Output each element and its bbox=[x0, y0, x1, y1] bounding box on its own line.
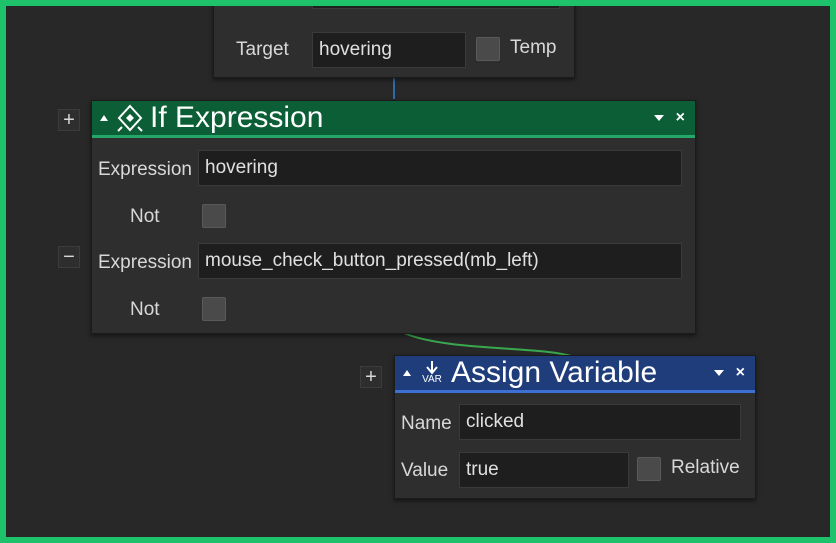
var-icon-text: VAR bbox=[422, 374, 442, 385]
name-input[interactable]: clicked bbox=[459, 404, 741, 440]
temp-label: Temp bbox=[510, 37, 557, 58]
close-icon[interactable]: × bbox=[676, 110, 685, 126]
node-editor-canvas[interactable]: Target hovering Temp + − If Expression × bbox=[6, 6, 830, 537]
expression-label-1: Expression bbox=[98, 159, 192, 180]
target-input[interactable]: hovering bbox=[312, 32, 466, 68]
relative-checkbox[interactable] bbox=[637, 457, 661, 481]
collapse-icon[interactable] bbox=[403, 370, 411, 376]
not-label-1: Not bbox=[130, 206, 160, 227]
if-expression-title: If Expression bbox=[150, 101, 324, 134]
value-input[interactable]: true bbox=[459, 452, 629, 488]
dropdown-menu-icon[interactable] bbox=[653, 115, 664, 121]
target-label: Target bbox=[236, 39, 289, 60]
if-expression-node[interactable]: If Expression × Expression hovering Not … bbox=[91, 100, 696, 334]
if-expression-icon bbox=[116, 103, 144, 133]
relative-label: Relative bbox=[671, 457, 740, 478]
variable-node-top[interactable]: Target hovering Temp bbox=[213, 6, 575, 78]
not-checkbox-2[interactable] bbox=[202, 297, 226, 321]
if-expression-header[interactable]: If Expression × bbox=[92, 101, 695, 138]
var-icon: VAR bbox=[419, 361, 445, 385]
close-icon[interactable]: × bbox=[736, 365, 745, 381]
assign-variable-header[interactable]: VAR Assign Variable × bbox=[395, 356, 755, 393]
collapse-icon[interactable] bbox=[100, 115, 108, 121]
assign-variable-node[interactable]: VAR Assign Variable × Name clicked Value… bbox=[394, 355, 756, 499]
expression-label-2: Expression bbox=[98, 252, 192, 273]
remove-condition-button[interactable]: − bbox=[58, 246, 80, 268]
wire-if-to-assign bbox=[403, 332, 572, 357]
temp-checkbox[interactable] bbox=[476, 37, 500, 61]
not-label-2: Not bbox=[130, 299, 160, 320]
expression-input-1[interactable]: hovering bbox=[198, 150, 682, 186]
hidden-field-top[interactable] bbox=[312, 6, 560, 9]
assign-variable-title: Assign Variable bbox=[451, 356, 658, 389]
add-condition-button[interactable]: + bbox=[58, 109, 80, 131]
dropdown-menu-icon[interactable] bbox=[713, 370, 724, 376]
value-label: Value bbox=[401, 460, 449, 481]
expression-input-2[interactable]: mouse_check_button_pressed(mb_left) bbox=[198, 243, 682, 279]
add-assignment-button[interactable]: + bbox=[360, 366, 382, 388]
not-checkbox-1[interactable] bbox=[202, 204, 226, 228]
name-label: Name bbox=[401, 413, 452, 434]
